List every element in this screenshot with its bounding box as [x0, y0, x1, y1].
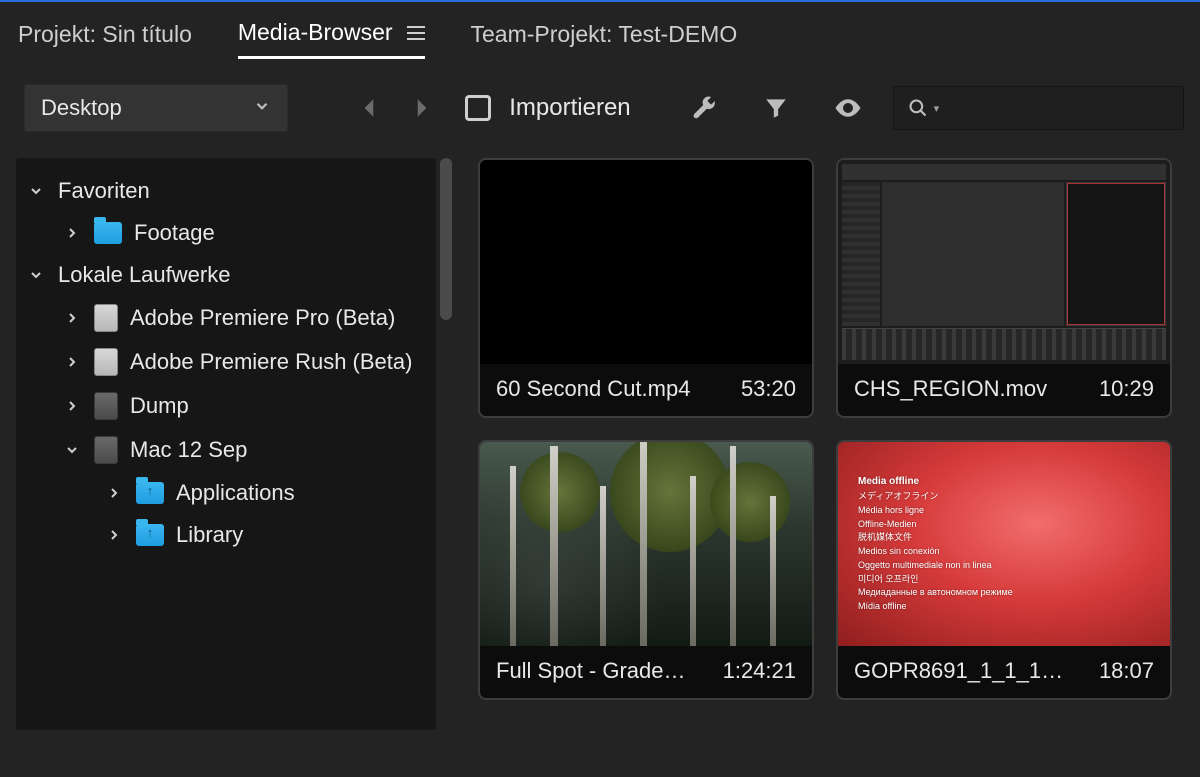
tree-section-label: Lokale Laufwerke	[58, 262, 230, 288]
location-dropdown-label: Desktop	[41, 95, 122, 121]
tab-project[interactable]: Projekt: Sin título	[18, 21, 192, 58]
chevron-down-icon	[26, 183, 46, 199]
drive-icon	[94, 392, 118, 420]
media-thumbnail	[838, 160, 1170, 364]
media-thumbnail	[480, 442, 812, 646]
tree-section-local-drives[interactable]: Lokale Laufwerke	[16, 254, 436, 296]
nav-back-button[interactable]	[353, 91, 386, 125]
media-name: 60 Second Cut.mp4	[496, 376, 690, 402]
folder-icon	[136, 482, 164, 504]
search-icon	[908, 98, 928, 118]
media-duration: 53:20	[741, 376, 796, 402]
tree-item-folder[interactable]: Applications	[16, 472, 436, 514]
media-duration: 1:24:21	[723, 658, 796, 684]
panel-tabs: Projekt: Sin título Media-Browser Team-P…	[0, 2, 1200, 62]
folder-tree-sidebar: Favoriten Footage Lokale Laufwerke Adobe…	[16, 158, 436, 730]
eye-icon[interactable]	[831, 91, 865, 125]
media-item[interactable]: Media offline メディアオフライン Média hors ligne…	[836, 440, 1172, 700]
toolbar: Desktop Importieren ▾	[0, 62, 1200, 148]
ingest-checkbox[interactable]	[465, 95, 491, 121]
tree-item-drive[interactable]: Adobe Premiere Rush (Beta)	[16, 340, 436, 384]
folder-icon	[136, 524, 164, 546]
chevron-right-icon	[62, 398, 82, 414]
drive-icon	[94, 348, 118, 376]
tab-team-project[interactable]: Team-Projekt: Test-DEMO	[471, 21, 738, 58]
drive-icon	[94, 436, 118, 464]
panel-menu-icon[interactable]	[407, 26, 425, 40]
tree-section-label: Favoriten	[58, 178, 150, 204]
chevron-down-icon	[253, 95, 271, 121]
chevron-right-icon	[104, 485, 124, 501]
import-label: Importieren	[509, 94, 630, 122]
search-options-chevron-icon[interactable]: ▾	[934, 102, 940, 115]
import-group: Importieren	[465, 94, 630, 122]
drive-icon	[94, 304, 118, 332]
media-thumbnail	[480, 160, 812, 364]
folder-icon	[94, 222, 122, 244]
location-dropdown[interactable]: Desktop	[24, 84, 288, 132]
media-item[interactable]: CHS_REGION.mov 10:29	[836, 158, 1172, 418]
search-box[interactable]: ▾	[893, 86, 1184, 130]
nav-forward-button[interactable]	[404, 91, 437, 125]
media-offline-placeholder: Media offline メディアオフライン Média hors ligne…	[838, 442, 1170, 646]
media-duration: 18:07	[1099, 658, 1154, 684]
tree-item-label: Library	[176, 522, 243, 548]
chevron-right-icon	[62, 225, 82, 241]
tab-media-browser-label: Media-Browser	[238, 19, 393, 46]
tree-item-label: Adobe Premiere Rush (Beta)	[130, 349, 412, 375]
tree-item-drive[interactable]: Dump	[16, 384, 436, 428]
tree-item-label: Dump	[130, 393, 189, 419]
tab-media-browser[interactable]: Media-Browser	[238, 19, 425, 59]
tree-item-drive-expanded[interactable]: Mac 12 Sep	[16, 428, 436, 472]
sidebar-vertical-scrollbar[interactable]	[438, 158, 454, 730]
media-duration: 10:29	[1099, 376, 1154, 402]
tree-item-drive[interactable]: Adobe Premiere Pro (Beta)	[16, 296, 436, 340]
media-item[interactable]: 60 Second Cut.mp4 53:20	[478, 158, 814, 418]
media-name: GOPR8691_1_1_1…	[854, 658, 1063, 684]
tree-section-favorites[interactable]: Favoriten	[16, 170, 436, 212]
chevron-right-icon	[62, 310, 82, 326]
tree-item-label: Mac 12 Sep	[130, 437, 247, 463]
tree-item-label: Adobe Premiere Pro (Beta)	[130, 305, 395, 331]
tree-item-folder[interactable]: Library	[16, 514, 436, 556]
tree-item-label: Footage	[134, 220, 215, 246]
chevron-right-icon	[62, 354, 82, 370]
wrench-icon[interactable]	[687, 91, 721, 125]
media-name: Full Spot - Grade…	[496, 658, 686, 684]
search-input[interactable]	[947, 98, 1169, 119]
chevron-right-icon	[104, 527, 124, 543]
tree-item-label: Applications	[176, 480, 295, 506]
tree-item-footage[interactable]: Footage	[16, 212, 436, 254]
media-grid: 60 Second Cut.mp4 53:20 CHS_REGION.mov 1…	[466, 158, 1200, 777]
chevron-down-icon	[62, 442, 82, 458]
media-name: CHS_REGION.mov	[854, 376, 1047, 402]
media-item[interactable]: Full Spot - Grade… 1:24:21	[478, 440, 814, 700]
media-thumbnail: Media offline メディアオフライン Média hors ligne…	[838, 442, 1170, 646]
content-area: Favoriten Footage Lokale Laufwerke Adobe…	[0, 148, 1200, 777]
chevron-down-icon	[26, 267, 46, 283]
filter-icon[interactable]	[759, 91, 793, 125]
